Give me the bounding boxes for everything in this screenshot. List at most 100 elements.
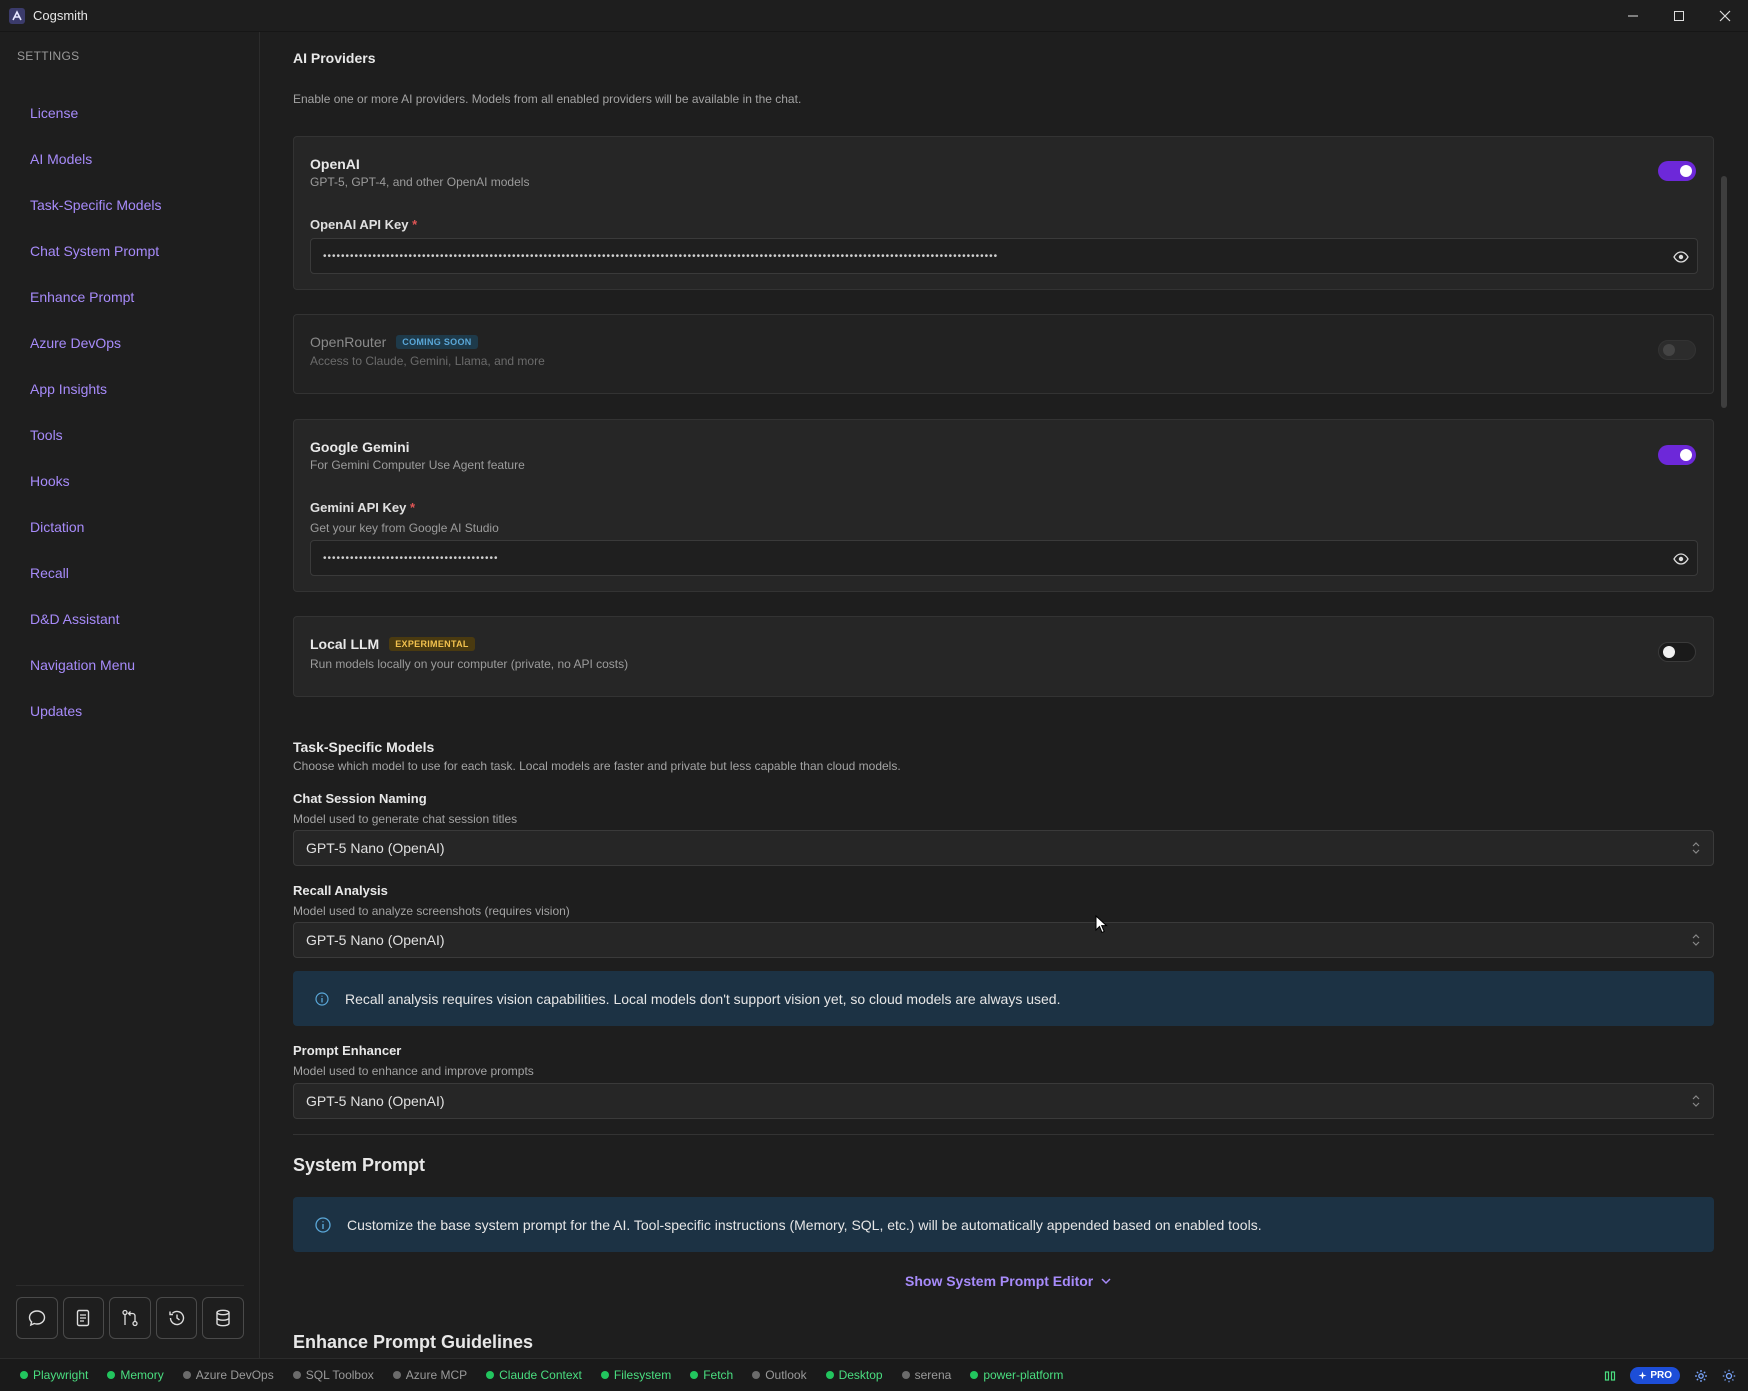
recall-analysis-label: Recall Analysis — [293, 883, 388, 898]
settings-nav: License AI Models Task-Specific Models C… — [0, 90, 260, 734]
local-llm-toggle[interactable] — [1658, 642, 1696, 662]
gear-icon[interactable] — [1694, 1369, 1708, 1383]
chevron-updown-icon — [1692, 934, 1700, 946]
maximize-button[interactable] — [1656, 0, 1702, 32]
close-button[interactable] — [1702, 0, 1748, 32]
close-icon — [1719, 10, 1731, 22]
ai-providers-heading: AI Providers — [293, 50, 376, 66]
sidebar-item-enhance-prompt[interactable]: Enhance Prompt — [0, 274, 260, 320]
info-icon — [315, 991, 329, 1006]
status-item-power-platform[interactable]: power-platform — [970, 1368, 1063, 1382]
system-prompt-info-text: Customize the base system prompt for the… — [347, 1216, 1262, 1233]
sidebar-action-bar — [16, 1285, 244, 1339]
chat-icon — [28, 1310, 45, 1327]
chat-naming-label: Chat Session Naming — [293, 791, 427, 806]
pro-label: PRO — [1650, 1370, 1672, 1381]
status-item-serena[interactable]: serena — [901, 1368, 951, 1382]
chat-naming-select[interactable]: GPT-5 Nano (OpenAI) — [293, 830, 1714, 866]
required-marker: * — [412, 217, 418, 232]
chevron-updown-icon — [1692, 1095, 1700, 1107]
status-item-desktop[interactable]: Desktop — [825, 1368, 883, 1382]
status-label: Filesystem — [613, 1368, 672, 1382]
gemini-toggle[interactable] — [1658, 445, 1696, 465]
status-dot — [970, 1371, 979, 1379]
history-button[interactable] — [155, 1297, 198, 1339]
maximize-icon — [1674, 11, 1684, 21]
status-item-sql-toolbox[interactable]: SQL Toolbox — [292, 1368, 374, 1382]
local-llm-title: Local LLM EXPERIMENTAL — [310, 636, 475, 652]
sun-icon[interactable] — [1722, 1369, 1736, 1383]
recall-analysis-select[interactable]: GPT-5 Nano (OpenAI) — [293, 922, 1714, 958]
system-prompt-heading: System Prompt — [293, 1155, 426, 1175]
sidebar-item-ai-models[interactable]: AI Models — [0, 136, 260, 182]
task-models-description: Choose which model to use for each task.… — [293, 759, 901, 773]
status-dot — [182, 1371, 191, 1379]
chevron-down-icon — [1101, 1278, 1111, 1285]
status-item-fetch[interactable]: Fetch — [690, 1368, 733, 1382]
git-button[interactable] — [109, 1297, 151, 1339]
recall-info-text: Recall analysis requires vision capabili… — [345, 990, 1061, 1007]
window-title: Cogsmith — [33, 8, 88, 23]
show-editor-label: Show System Prompt Editor — [905, 1273, 1094, 1289]
sidebar-item-app-insights[interactable]: App Insights — [0, 366, 260, 412]
gemini-api-key-value: ••••••••••••••••••••••••••••••••••••••• — [323, 552, 499, 564]
status-item-outlook[interactable]: Outlook — [752, 1368, 807, 1382]
eye-icon[interactable] — [1673, 249, 1689, 265]
sidebar-item-hooks[interactable]: Hooks — [0, 458, 260, 504]
status-item-azure-devops[interactable]: Azure DevOps — [182, 1368, 274, 1382]
required-marker: * — [409, 500, 416, 515]
openrouter-toggle — [1658, 340, 1696, 360]
notes-button[interactable] — [62, 1297, 105, 1339]
status-bar-right: PRO — [1604, 1359, 1736, 1391]
sidebar-item-updates[interactable]: Updates — [0, 688, 260, 734]
minimize-button[interactable] — [1610, 0, 1656, 32]
gemini-api-key-input[interactable]: ••••••••••••••••••••••••••••••••••••••• — [310, 540, 1698, 576]
show-system-prompt-editor-button[interactable]: Show System Prompt Editor — [905, 1273, 1111, 1289]
sidebar-item-chat-system-prompt[interactable]: Chat System Prompt — [0, 228, 260, 274]
pro-badge[interactable]: PRO — [1630, 1367, 1680, 1384]
status-dot — [20, 1371, 28, 1379]
recall-info-banner: Recall analysis requires vision capabili… — [293, 971, 1714, 1026]
openrouter-description: Access to Claude, Gemini, Llama, and mor… — [310, 354, 545, 368]
database-button[interactable] — [202, 1297, 244, 1339]
status-item-filesystem[interactable]: Filesystem — [600, 1368, 672, 1382]
sidebar-item-azure-devops[interactable]: Azure DevOps — [0, 320, 260, 366]
openai-toggle[interactable] — [1658, 161, 1696, 181]
status-dot — [600, 1371, 609, 1379]
experimental-badge: EXPERIMENTAL — [389, 637, 475, 651]
openai-api-key-label-text: OpenAI API Key — [310, 217, 409, 232]
status-item-claude-context[interactable]: Claude Context — [486, 1368, 582, 1382]
prompt-enhancer-select[interactable]: GPT-5 Nano (OpenAI) — [293, 1083, 1714, 1119]
status-item-azure-mcp[interactable]: Azure MCP — [392, 1368, 467, 1382]
openai-api-key-input[interactable]: ••••••••••••••••••••••••••••••••••••••••… — [310, 238, 1698, 274]
status-item-memory[interactable]: Memory — [107, 1368, 164, 1382]
database-icon — [216, 1309, 230, 1327]
sidebar-item-license[interactable]: License — [0, 90, 260, 136]
content-scrollbar[interactable] — [1721, 176, 1727, 408]
enhance-prompt-guidelines-heading: Enhance Prompt Guidelines — [293, 1332, 534, 1352]
status-label: Azure DevOps — [195, 1368, 274, 1382]
gemini-name: Google Gemini — [310, 439, 410, 455]
status-item-playwright[interactable]: Playwright — [20, 1368, 88, 1382]
openai-description: GPT-5, GPT-4, and other OpenAI models — [310, 175, 530, 189]
columns-icon[interactable] — [1604, 1370, 1616, 1382]
sidebar-item-dnd-assistant[interactable]: D&D Assistant — [0, 596, 260, 642]
minimize-icon — [1628, 15, 1638, 17]
sidebar-item-task-specific-models[interactable]: Task-Specific Models — [0, 182, 260, 228]
git-compare-icon — [122, 1309, 138, 1327]
sidebar-item-recall[interactable]: Recall — [0, 550, 260, 596]
sidebar-item-dictation[interactable]: Dictation — [0, 504, 260, 550]
status-label: Outlook — [765, 1368, 807, 1382]
document-icon — [77, 1309, 90, 1327]
section-divider — [293, 1134, 1714, 1135]
openai-provider-card: OpenAI GPT-5, GPT-4, and other OpenAI mo… — [293, 136, 1714, 290]
eye-icon[interactable] — [1673, 551, 1689, 567]
sidebar-item-navigation-menu[interactable]: Navigation Menu — [0, 642, 260, 688]
chevron-updown-icon — [1692, 842, 1700, 854]
chat-button[interactable] — [16, 1297, 58, 1339]
openai-name: OpenAI — [310, 156, 360, 172]
sidebar-item-tools[interactable]: Tools — [0, 412, 260, 458]
status-dot — [825, 1371, 834, 1379]
system-prompt-info-banner: Customize the base system prompt for the… — [293, 1197, 1714, 1252]
status-dot — [486, 1371, 495, 1379]
